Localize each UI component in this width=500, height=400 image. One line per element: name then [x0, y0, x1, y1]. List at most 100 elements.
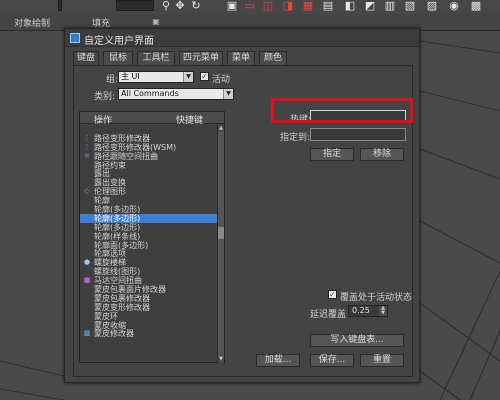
toolbar-field[interactable] [116, 0, 154, 11]
schematic-icon[interactable]: ▨ [426, 0, 438, 12]
action-list: 操作 快捷键 ⋮ 路径变形修改器 ⋮ 路径变形修改器(WSM) ≋ 路径跟随空间扭曲 路径约… [79, 111, 225, 363]
path-deform-icon: ⋮ [83, 142, 91, 151]
spinner-arrows-icon[interactable]: ▲ ▼ [379, 306, 387, 316]
category-label: 类别: [94, 92, 116, 102]
align-icon[interactable]: ◩ [364, 0, 376, 12]
tab-mouse[interactable]: 鼠标 [103, 51, 133, 65]
list-item[interactable]: 轮廓(多边形) [80, 213, 217, 223]
render-setup-icon[interactable]: ▩ [470, 0, 482, 12]
tab-quad-menus[interactable]: 四元菜单 [179, 51, 223, 65]
move-icon[interactable]: ✥ [174, 0, 186, 12]
list-item-label: 轮廓(多边形) [94, 222, 141, 232]
list-item-label: 蒙皮环 [94, 311, 118, 321]
list-item[interactable]: 蒙皮环 [80, 312, 217, 321]
list-item[interactable]: 蒙皮包裹修改器 [80, 294, 217, 303]
delay-override-label: 延迟覆盖 [310, 310, 347, 320]
tab-colors[interactable]: 颜色 [259, 51, 287, 65]
list-item[interactable]: 蒙皮变形修改器 [80, 303, 217, 312]
load-button[interactable]: 加载... [256, 354, 300, 367]
list-item-label: 蒙皮包裹修改器 [94, 293, 150, 303]
list-item[interactable]: ⋮ 路径变形修改器(WSM) [80, 143, 217, 152]
list-item[interactable] [80, 338, 217, 347]
material-editor-icon[interactable]: ◉ [448, 0, 460, 12]
percent-snap-icon[interactable]: ▦ [302, 0, 314, 12]
rotate-icon[interactable]: ↻ [190, 0, 202, 12]
curve-editor-icon[interactable]: ▧ [404, 0, 416, 12]
list-item-label: 马达空间扭曲 [94, 276, 142, 286]
customize-ui-dialog: 自定义用户界面 键盘 鼠标 工具栏 四元菜单 菜单 颜色 组: 主 UI ▼ ✓… [64, 28, 420, 383]
scroll-down-icon[interactable]: ▼ [218, 356, 224, 363]
object-paint-label[interactable]: 对象绘制 [14, 16, 50, 29]
scale-icon[interactable]: ▣ [226, 0, 238, 12]
list-item[interactable]: ≋ 路径跟随空间扭曲 [80, 152, 217, 161]
active-checkbox[interactable]: ✓ [200, 72, 209, 81]
list-item[interactable]: 螺旋线(图形) [80, 267, 217, 276]
save-button[interactable]: 保存... [310, 354, 354, 367]
snap-icon[interactable]: ◫ [262, 0, 274, 12]
list-item[interactable] [80, 356, 217, 363]
list-item-label: 螺旋线(图形) [94, 267, 141, 277]
list-item-label: 轮廓 [94, 196, 110, 206]
motor-icon: ■ [83, 276, 91, 285]
angle-snap-icon[interactable]: ◨ [282, 0, 294, 12]
path-deform-icon: ⋮ [83, 133, 91, 142]
list-item[interactable] [80, 347, 217, 356]
chevron-down-icon: ▼ [183, 72, 193, 82]
list-item[interactable]: ■ 马达空间扭曲 [80, 276, 217, 285]
list-item[interactable] [80, 125, 217, 134]
path-follow-icon: ≋ [84, 151, 90, 160]
list-item[interactable]: 轮廓(多边形) [80, 223, 217, 232]
layer-icon[interactable]: ▥ [384, 0, 396, 12]
remove-button[interactable]: 移除 [360, 148, 404, 161]
scroll-thumb[interactable] [218, 227, 224, 239]
assigned-to-label: 指定到: [280, 133, 311, 143]
spinner-snap-icon[interactable]: ▤ [322, 0, 334, 12]
active-label: 活动 [212, 75, 231, 85]
override-label: 覆盖处于活动状态 [340, 293, 413, 303]
dialog-titlebar[interactable]: 自定义用户界面 [65, 29, 419, 47]
dialog-title: 自定义用户界面 [84, 36, 154, 47]
scroll-up-icon[interactable]: ▲ [218, 125, 224, 132]
list-item[interactable]: 轮廓(样条线) [80, 232, 217, 241]
list-item[interactable]: ● 螺旋楼梯 [80, 258, 217, 267]
toolbar-settings-icon[interactable]: ▣ [150, 16, 162, 28]
list-item-label: 路径变形修改器 [94, 133, 150, 143]
mirror-icon[interactable]: ◧ [344, 0, 356, 12]
list-item-label: 螺旋楼梯 [94, 258, 126, 268]
override-checkbox[interactable]: ✓ [328, 290, 337, 299]
link-icon[interactable]: ⚲ [160, 0, 172, 12]
skin-icon: ▩ [83, 329, 91, 338]
list-item[interactable]: ◇ 伦理图形 [80, 187, 217, 196]
list-item[interactable]: 蒙皮包裹面片修改器 [80, 285, 217, 294]
list-item[interactable]: ▩ 蒙皮修改器 [80, 329, 217, 338]
tab-toolbars[interactable]: 工具栏 [137, 51, 175, 65]
list-item-label: 伦理图形 [94, 187, 126, 197]
list-header: 操作 快捷键 [80, 112, 224, 126]
sphere-icon: ● [83, 258, 91, 267]
list-item[interactable]: 轮廓(多边形) [80, 205, 217, 214]
list-item[interactable]: 轮廓 [80, 196, 217, 205]
list-item-label: 蒙皮修改器 [94, 329, 134, 339]
list-item[interactable]: 露出 [80, 169, 217, 178]
toolbar-row: ⚲ ✥ ↻ ▣ ▭ ◫ ◨ ▦ ▤ ◧ ◩ ▥ ▧ ▨ ◉ ▩ [0, 0, 500, 14]
reset-button[interactable]: 重置 [360, 354, 404, 367]
select-region-icon[interactable]: ▭ [244, 0, 256, 12]
list-item[interactable]: 露出变换 [80, 178, 217, 187]
category-dropdown[interactable]: All Commands ▼ [118, 88, 234, 100]
assigned-to-field [310, 128, 406, 141]
assign-button[interactable]: 指定 [310, 148, 354, 161]
list-item-label: 轮廓(样条线) [94, 231, 141, 241]
group-value: 主 UI [121, 72, 140, 81]
write-keyboard-chart-button[interactable]: 写入键盘表... [310, 334, 404, 347]
delay-override-spinner[interactable]: 0.25 ▲ ▼ [348, 305, 388, 317]
group-label: 组: [106, 75, 119, 85]
list-scrollbar[interactable]: ▲ ▼ [217, 125, 224, 363]
tab-menus[interactable]: 菜单 [227, 51, 255, 65]
list-item[interactable]: ⋮ 路径变形修改器 [80, 134, 217, 143]
shape-icon: ◇ [84, 187, 90, 196]
main-toolbar: ⚲ ✥ ↻ ▣ ▭ ◫ ◨ ▦ ▤ ◧ ◩ ▥ ▧ ▨ ◉ ▩ 对象绘制 填充 … [0, 0, 500, 31]
category-value: All Commands [121, 89, 179, 98]
highlight-annotation [271, 98, 413, 123]
group-dropdown[interactable]: 主 UI ▼ [118, 71, 194, 83]
tab-keyboard[interactable]: 键盘 [73, 51, 99, 66]
